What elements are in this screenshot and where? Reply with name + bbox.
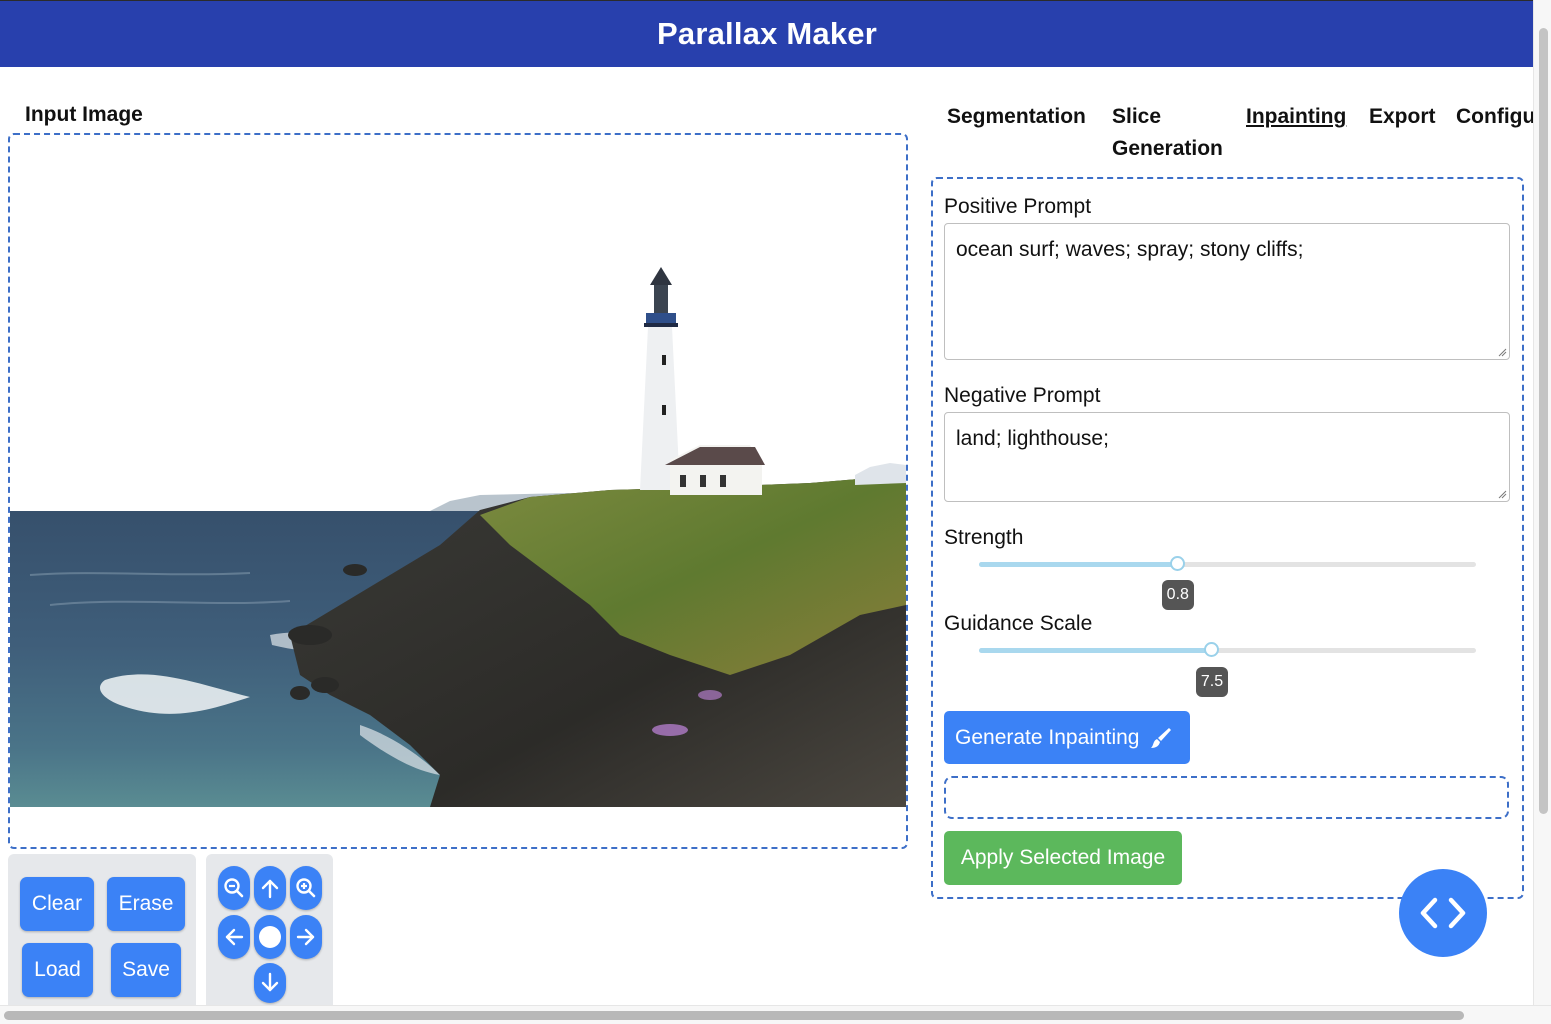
- input-image-canvas[interactable]: [8, 133, 908, 849]
- positive-prompt-input[interactable]: ocean surf; waves; spray; stony cliffs;: [944, 223, 1510, 360]
- generate-inpainting-label: Generate Inpainting: [955, 725, 1140, 749]
- brush-icon: [1151, 727, 1172, 748]
- app-title: Parallax Maker: [657, 16, 877, 51]
- strength-slider[interactable]: [979, 562, 1476, 567]
- erase-button[interactable]: Erase: [107, 877, 185, 931]
- arrow-left-icon[interactable]: [218, 915, 250, 959]
- tab-configuration[interactable]: Configu: [1456, 101, 1534, 133]
- vertical-scrollbar[interactable]: [1533, 0, 1551, 1006]
- lighthouse-image: [10, 267, 906, 807]
- apply-selected-image-button[interactable]: Apply Selected Image: [944, 831, 1182, 885]
- resize-grip-icon[interactable]: [1497, 347, 1507, 357]
- load-button[interactable]: Load: [22, 943, 93, 997]
- zoom-in-icon[interactable]: [290, 866, 322, 910]
- tab-segmentation[interactable]: Segmentation: [947, 101, 1086, 133]
- navigation-panel: [206, 854, 333, 1009]
- arrow-up-icon[interactable]: [254, 866, 286, 910]
- negative-prompt-label: Negative Prompt: [944, 384, 1101, 407]
- code-toggle-button[interactable]: [1399, 869, 1487, 957]
- negative-prompt-value: land; lighthouse;: [956, 427, 1109, 450]
- vertical-scrollbar-thumb[interactable]: [1539, 28, 1548, 814]
- input-image-title: Input Image: [25, 103, 143, 126]
- generate-inpainting-button[interactable]: Generate Inpainting: [944, 711, 1190, 764]
- save-button[interactable]: Save: [111, 943, 181, 997]
- resize-grip-icon[interactable]: [1497, 489, 1507, 499]
- positive-prompt-label: Positive Prompt: [944, 195, 1092, 218]
- strength-slider-fill: [979, 562, 1178, 567]
- tab-slice-generation-line2: Generation: [1112, 137, 1223, 160]
- horizontal-scrollbar-thumb[interactable]: [4, 1011, 1464, 1020]
- zoom-out-icon[interactable]: [218, 866, 250, 910]
- tab-slice-generation-line1: Slice: [1112, 105, 1162, 128]
- strength-label: Strength: [944, 526, 1024, 549]
- arrow-down-icon[interactable]: [254, 963, 286, 1003]
- guidance-scale-value-badge: 7.5: [1195, 667, 1228, 697]
- arrow-right-icon[interactable]: [290, 915, 322, 959]
- positive-prompt-value: ocean surf; waves; spray; stony cliffs;: [956, 238, 1304, 261]
- tab-slice-generation[interactable]: Slice Generation: [1112, 101, 1223, 165]
- inpainting-results-area: [944, 776, 1509, 819]
- guidance-scale-label: Guidance Scale: [944, 612, 1093, 635]
- app-header: Parallax Maker: [0, 0, 1534, 67]
- tab-inpainting[interactable]: Inpainting: [1246, 101, 1346, 133]
- image-buttons-panel: Clear Erase Load Save: [8, 854, 196, 1009]
- tab-export[interactable]: Export: [1369, 101, 1436, 133]
- guidance-scale-slider-fill: [979, 648, 1212, 653]
- strength-value-badge: 0.8: [1161, 580, 1194, 610]
- center-dot-icon[interactable]: [254, 915, 286, 959]
- clear-button[interactable]: Clear: [20, 877, 94, 931]
- guidance-scale-slider[interactable]: [979, 648, 1476, 653]
- code-icon: [1420, 897, 1466, 929]
- negative-prompt-input[interactable]: land; lighthouse;: [944, 412, 1510, 502]
- horizontal-scrollbar[interactable]: [0, 1005, 1551, 1024]
